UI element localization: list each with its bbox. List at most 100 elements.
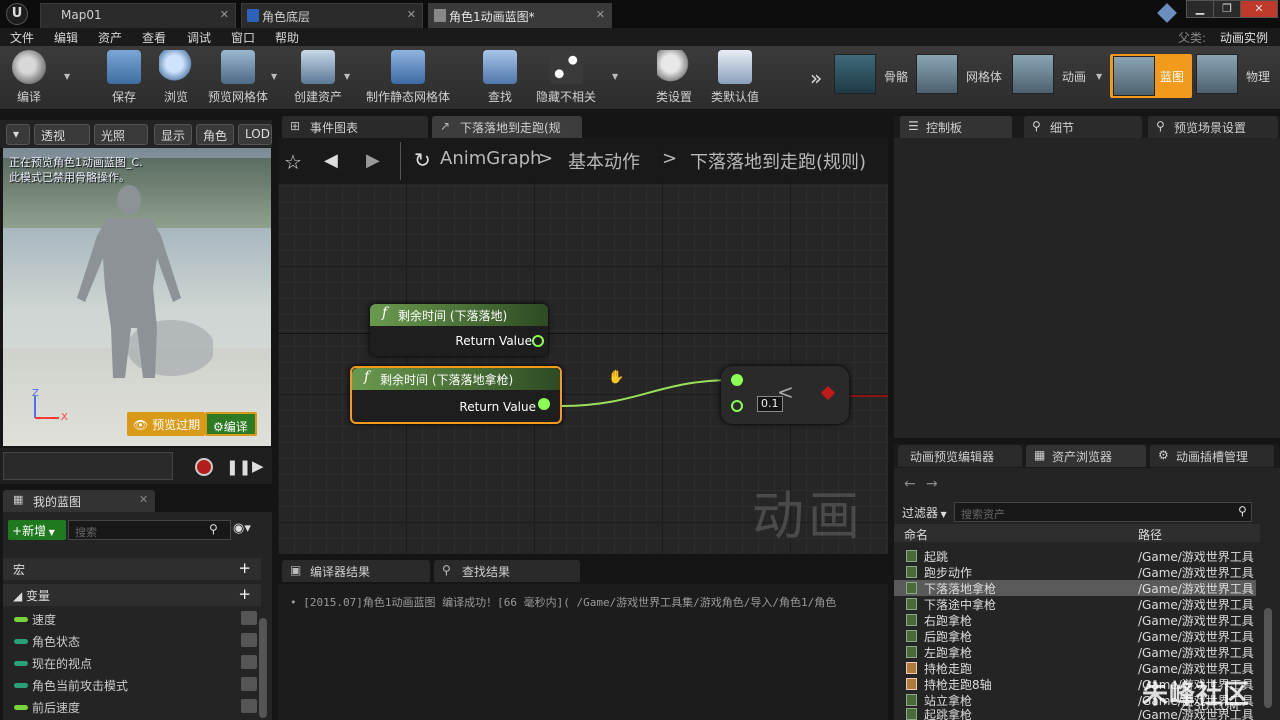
add-new-button[interactable]: +新增 ▼	[8, 520, 66, 540]
hide-unrelated-button[interactable]: 隐藏不相关	[534, 50, 598, 108]
forward-arrow-icon[interactable]: →	[926, 476, 938, 492]
viewport-options-button[interactable]: ▾	[6, 124, 30, 145]
menu-asset[interactable]: 资产	[98, 29, 122, 46]
column-name-header[interactable]: 命名	[904, 526, 928, 543]
menu-file[interactable]: 文件	[10, 29, 34, 46]
mode-blueprint[interactable]: 蓝图	[1110, 54, 1192, 98]
graph-canvas[interactable]: ☆ ◀ ▶ ↻ AnimGraph > 基本动作 > 下落落地到走跑(规则) f…	[278, 138, 888, 554]
class-defaults-button[interactable]: 类默认值	[710, 50, 760, 108]
variable-item[interactable]: 角色状态	[3, 630, 261, 652]
node-less-than[interactable]: 0.1 <	[721, 366, 849, 424]
variable-visibility-icon[interactable]	[241, 655, 257, 669]
tab-details[interactable]: ⚲ 细节	[1024, 116, 1142, 138]
perspective-button[interactable]: 透视	[34, 124, 90, 145]
close-icon[interactable]: ✕	[139, 493, 148, 506]
asset-search-input[interactable]: 搜索资产	[954, 502, 1252, 522]
close-icon[interactable]: ✕	[407, 8, 416, 21]
tab-event-graph[interactable]: ⊞ 事件图表	[282, 116, 428, 138]
close-icon[interactable]: ✕	[596, 8, 605, 21]
view-options-eye-icon[interactable]: ◉▾	[233, 521, 251, 536]
back-arrow-icon[interactable]: ←	[904, 476, 916, 492]
tab-anim-preview-editor[interactable]: 动画预览编辑器	[898, 445, 1022, 467]
tab-asset-browser[interactable]: ▦ 资产浏览器	[1026, 445, 1146, 467]
modes-overflow-icon[interactable]: »	[810, 66, 822, 90]
create-asset-button[interactable]: 创建资产	[292, 50, 344, 108]
compile-dropdown-icon[interactable]: ▼	[64, 72, 72, 81]
tab-compiler-results[interactable]: ▣ 编译器结果	[282, 560, 430, 582]
add-macro-icon[interactable]: +	[238, 559, 251, 577]
filter-dropdown[interactable]: 过滤器 ▼	[902, 504, 947, 521]
variable-visibility-icon[interactable]	[241, 611, 257, 625]
preview-outdated-button[interactable]: 👁 预览过期	[127, 412, 205, 436]
asset-row[interactable]: 起跳/Game/游戏世界工具:	[894, 548, 1256, 564]
panel-scrollbar[interactable]	[259, 618, 267, 718]
make-static-mesh-button[interactable]: 制作静态网格体	[364, 50, 452, 108]
lighting-button[interactable]: 光照	[94, 124, 148, 145]
maximize-button[interactable]: ❐	[1213, 0, 1241, 18]
class-settings-button[interactable]: 类设置	[654, 50, 694, 108]
menu-edit[interactable]: 编辑	[54, 29, 78, 46]
mode-mesh[interactable]: 网格体	[916, 54, 1006, 98]
variable-visibility-icon[interactable]	[241, 677, 257, 691]
viewport-compile-button[interactable]: ⚙编译	[205, 412, 257, 436]
character-button[interactable]: 角色	[196, 124, 234, 145]
asset-row-selected[interactable]: 下落落地拿枪/Game/游戏世界工具:	[894, 580, 1256, 596]
preview-viewport[interactable]: 正在预览角色1动画蓝图_C. 此模式已禁用骨骼操作。 Z X 👁 预览过期 ⚙编…	[3, 148, 271, 446]
pause-button[interactable]: ❚❚	[226, 458, 251, 476]
asset-row[interactable]: 右跑拿枪/Game/游戏世界工具:	[894, 612, 1256, 628]
input-pin-b[interactable]	[731, 400, 743, 412]
menu-help[interactable]: 帮助	[275, 29, 299, 46]
tab-map01[interactable]: Map01 ✕	[40, 3, 236, 28]
bool-output-pin[interactable]	[820, 385, 836, 401]
parent-class-value[interactable]: 动画实例	[1220, 29, 1268, 46]
tab-palette[interactable]: ☰ 控制板	[900, 116, 1012, 138]
macros-section[interactable]: 宏 +	[3, 558, 261, 580]
asset-row[interactable]: 后跑拿枪/Game/游戏世界工具:	[894, 628, 1256, 644]
asset-row[interactable]: 下落途中拿枪/Game/游戏世界工具:	[894, 596, 1256, 612]
show-button[interactable]: 显示	[154, 124, 192, 145]
mode-physics[interactable]: 物理	[1196, 54, 1272, 98]
compile-log-line[interactable]: • [2015.07]角色1动画蓝图 编译成功！[66 毫秒内]( /Game/…	[290, 594, 836, 610]
tab-character-base[interactable]: 角色底层 ✕	[241, 3, 423, 28]
tab-anim-slot-manager[interactable]: ⚙ 动画插槽管理	[1150, 445, 1274, 467]
blueprint-search-input[interactable]: 搜索	[68, 520, 231, 540]
tab-preview-scene-settings[interactable]: ⚲ 预览场景设置	[1148, 116, 1278, 138]
column-path-header[interactable]: 路径	[1138, 526, 1162, 543]
variable-visibility-icon[interactable]	[241, 633, 257, 647]
browse-button[interactable]: 浏览	[158, 50, 194, 108]
close-icon[interactable]: ✕	[220, 8, 229, 21]
add-variable-icon[interactable]: +	[238, 585, 251, 603]
variable-item[interactable]: 角色当前攻击模式	[3, 674, 261, 696]
menu-view[interactable]: 查看	[142, 29, 166, 46]
menu-debug[interactable]: 调试	[187, 29, 211, 46]
playback-field[interactable]	[3, 452, 173, 480]
menu-window[interactable]: 窗口	[231, 29, 255, 46]
variables-section[interactable]: ◢ 变量 +	[3, 584, 261, 606]
lod-button[interactable]: LOD	[238, 124, 272, 145]
compile-button[interactable]: 编译	[6, 50, 52, 108]
save-button[interactable]: 保存	[106, 50, 142, 108]
variable-item[interactable]: 现在的视点	[3, 652, 261, 674]
mode-animation[interactable]: 动画	[1012, 54, 1088, 98]
hide-unrelated-dropdown-icon[interactable]: ▼	[612, 72, 620, 81]
find-button[interactable]: 查找	[482, 50, 518, 108]
animation-mode-dropdown-icon[interactable]: ▼	[1096, 72, 1104, 81]
asset-list-scrollbar[interactable]	[1264, 608, 1272, 708]
close-window-button[interactable]: ✕	[1240, 0, 1278, 18]
preview-mesh-dropdown-icon[interactable]: ▼	[271, 72, 279, 81]
my-blueprint-tab[interactable]: ▦ 我的蓝图 ✕	[3, 490, 155, 512]
record-button[interactable]	[195, 458, 213, 476]
asset-row[interactable]: 跑步动作/Game/游戏世界工具:	[894, 564, 1256, 580]
create-asset-dropdown-icon[interactable]: ▼	[344, 72, 352, 81]
minimize-button[interactable]: ▁	[1186, 0, 1214, 18]
tab-transition-rule[interactable]: ↗ 下落落地到走跑(规	[432, 116, 582, 138]
input-pin-a[interactable]	[731, 374, 743, 386]
play-forward-button[interactable]: ▶	[252, 457, 264, 475]
asset-row[interactable]: 左跑拿枪/Game/游戏世界工具:	[894, 644, 1256, 660]
variable-item[interactable]: 速度	[3, 608, 261, 630]
mode-skeleton[interactable]: 骨骼	[834, 54, 910, 98]
preview-mesh-button[interactable]: 预览网格体	[206, 50, 270, 108]
tab-anim-blueprint[interactable]: 角色1动画蓝图* ✕	[428, 3, 612, 28]
variable-visibility-icon[interactable]	[241, 699, 257, 713]
variable-item[interactable]: 前后速度	[3, 696, 261, 718]
